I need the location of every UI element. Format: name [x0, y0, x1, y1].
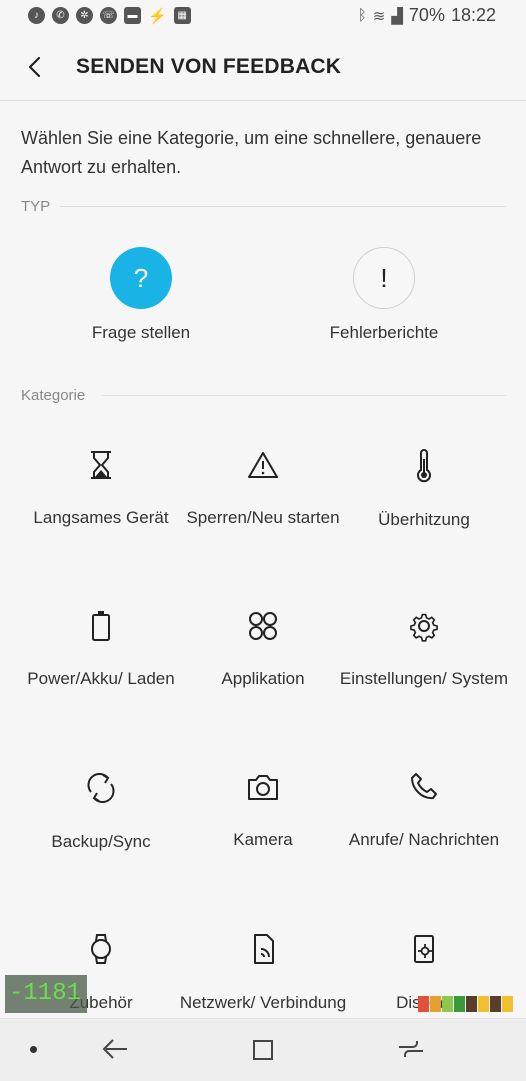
message-icon: ▬ [124, 7, 141, 24]
exclamation-icon: ! [353, 247, 415, 309]
display-icon [414, 935, 434, 963]
type-option-label: Frage stellen [91, 323, 191, 342]
category-slow-device[interactable]: Langsames Gerät [16, 449, 186, 528]
signal-icon: ▟ [391, 7, 403, 25]
section-header-category: Kategorie [21, 387, 86, 404]
camera-icon [248, 775, 278, 800]
category-backup-sync[interactable]: Backup/Sync [16, 771, 186, 852]
whatsapp-icon: ✆ [52, 7, 69, 24]
debug-counter-overlay: -1181 [5, 975, 87, 1013]
category-network[interactable]: Netzwerk/ Verbindung [178, 932, 348, 1018]
category-settings-system[interactable]: Einstellungen/ System [339, 610, 509, 689]
hourglass-icon [91, 451, 111, 479]
debug-meter-overlay [418, 996, 513, 1012]
category-camera[interactable]: Kamera [178, 771, 348, 850]
network-icon [254, 934, 274, 964]
music-icon: ♪ [28, 7, 45, 24]
category-power-battery[interactable]: Power/Akku/ Laden [16, 610, 186, 689]
description-text: Wählen Sie eine Kategorie, um eine schne… [21, 128, 482, 177]
category-label: Power/Akku/ Laden [27, 669, 175, 688]
thermometer-icon [417, 449, 431, 483]
category-calls-messages[interactable]: Anrufe/ Nachrichten [339, 771, 509, 850]
page-title: SENDEN VON FEEDBACK [76, 55, 342, 78]
sync-icon [87, 773, 115, 803]
battery-level: 70% [408, 5, 445, 25]
wifi-icon: ≋ [372, 7, 386, 25]
section-divider [102, 395, 506, 396]
category-label: Backup/Sync [51, 832, 151, 851]
section-divider [60, 206, 506, 207]
category-freeze-restart[interactable]: Sperren/Neu starten [178, 449, 348, 528]
question-icon: ? [110, 247, 172, 309]
type-option-label: Fehlerberichte [329, 323, 439, 342]
status-bar: ♪ ✆ ✲ ☏ ▬ ⚡ ▦ ᛒ ≋ ▟ 70% 18:22 [0, 0, 526, 34]
phone-icon [411, 773, 437, 800]
category-label: Sperren/Neu starten [186, 508, 340, 527]
system-navigation-bar [0, 1018, 526, 1081]
back-arrow-icon[interactable] [22, 52, 50, 82]
dot-indicator-icon[interactable] [30, 1046, 37, 1053]
calendar-icon: ▦ [173, 7, 191, 24]
category-label: Einstellungen/ System [339, 669, 509, 688]
notification-icons: ♪ ✆ ✲ ☏ ▬ ⚡ ▦ [28, 7, 191, 25]
watch-icon [91, 934, 111, 964]
section-header-type: TYP [21, 198, 51, 215]
app-bar: SENDEN VON FEEDBACK [0, 34, 526, 101]
recents-icon[interactable] [396, 1035, 426, 1063]
gear-icon [410, 613, 438, 642]
back-icon[interactable] [100, 1035, 130, 1063]
bluetooth-icon: ᛒ [357, 7, 367, 24]
category-label: Applikation [221, 669, 305, 688]
viber-icon: ☏ [100, 7, 117, 24]
category-label: Langsames Gerät [33, 508, 169, 527]
bolt-icon: ⚡ [148, 8, 167, 25]
pinwheel-icon: ✲ [76, 7, 93, 24]
category-overheating[interactable]: Überhitzung [339, 449, 509, 530]
warning-icon [248, 452, 278, 478]
type-option-bug-report[interactable]: ! Fehlerberichte [284, 247, 484, 343]
category-application[interactable]: Applikation [178, 610, 348, 689]
category-label: Kamera [233, 830, 293, 849]
type-option-question[interactable]: ? Frage stellen [41, 247, 241, 343]
category-label: Anrufe/ Nachrichten [348, 830, 500, 849]
system-icons: ᛒ ≋ ▟ 70% 18:22 [358, 5, 496, 26]
category-label: Überhitzung [378, 510, 470, 529]
battery-icon [92, 611, 110, 641]
clock: 18:22 [450, 5, 496, 25]
home-icon[interactable] [250, 1035, 276, 1063]
category-label: Netzwerk/ Verbindung [179, 993, 347, 1012]
apps-icon [249, 612, 277, 640]
